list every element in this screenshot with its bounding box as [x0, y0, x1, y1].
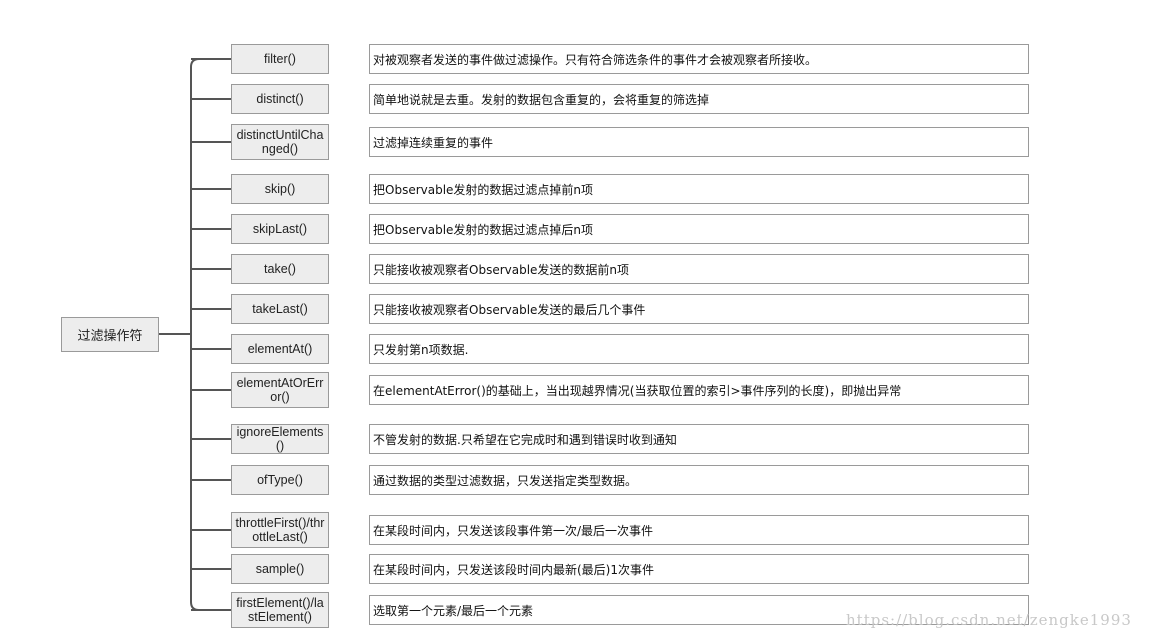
- method-label: distinct(): [256, 92, 304, 106]
- description-text: 在某段时间内，只发送该段时间内最新(最后)1次事件: [373, 562, 655, 577]
- description-text: 在elementAtError()的基础上，当出现越界情况(当获取位置的索引>事…: [373, 383, 902, 398]
- description-text: 对被观察者发送的事件做过滤操作。只有符合筛选条件的事件才会被观察者所接收。: [373, 52, 818, 67]
- method-node: distinct(): [231, 84, 329, 114]
- method-label: skipLast(): [252, 222, 308, 236]
- description-node: 简单地说就是去重。发射的数据包含重复的，会将重复的筛选掉: [369, 84, 1029, 114]
- root-label: 过滤操作符: [77, 329, 143, 344]
- description-node: 通过数据的类型过滤数据，只发送指定类型数据。: [369, 465, 1029, 495]
- description-node: 把Observable发射的数据过滤点掉前n项: [369, 174, 1029, 204]
- method-label: skip(): [264, 182, 296, 196]
- method-label: elementAt(): [247, 342, 313, 356]
- method-label: ofType(): [257, 473, 303, 487]
- description-text: 不管发射的数据.只希望在它完成时和遇到错误时收到通知: [373, 432, 677, 447]
- method-node: ignoreElements(): [231, 424, 329, 454]
- method-label: takeLast(): [252, 302, 308, 316]
- description-node: 在elementAtError()的基础上，当出现越界情况(当获取位置的索引>事…: [369, 375, 1029, 405]
- method-node: skipLast(): [231, 214, 329, 244]
- description-text: 选取第一个元素/最后一个元素: [373, 603, 534, 618]
- method-node: take(): [231, 254, 329, 284]
- watermark: https://blog.csdn.net/zengke1993: [846, 611, 1132, 629]
- description-node: 不管发射的数据.只希望在它完成时和遇到错误时收到通知: [369, 424, 1029, 454]
- method-label: sample(): [255, 562, 305, 576]
- description-node: 对被观察者发送的事件做过滤操作。只有符合筛选条件的事件才会被观察者所接收。: [369, 44, 1029, 74]
- method-node: filter(): [231, 44, 329, 74]
- description-node: 在某段时间内，只发送该段事件第一次/最后一次事件: [369, 515, 1029, 545]
- method-label: filter(): [264, 52, 296, 66]
- description-text: 只能接收被观察者Observable发送的最后几个事件: [373, 302, 646, 317]
- method-label: throttleFirst()/throttleLast(): [235, 516, 325, 544]
- description-node: 过滤掉连续重复的事件: [369, 127, 1029, 157]
- description-text: 在某段时间内，只发送该段事件第一次/最后一次事件: [373, 523, 654, 538]
- description-text: 只能接收被观察者Observable发送的数据前n项: [373, 262, 630, 277]
- method-label: ignoreElements(): [236, 425, 324, 453]
- description-text: 把Observable发射的数据过滤点掉后n项: [373, 222, 594, 237]
- method-node: distinctUntilChanged(): [231, 124, 329, 160]
- description-node: 在某段时间内，只发送该段时间内最新(最后)1次事件: [369, 554, 1029, 584]
- method-node: throttleFirst()/throttleLast(): [231, 512, 329, 548]
- description-text: 只发射第n项数据.: [373, 342, 469, 357]
- method-node: takeLast(): [231, 294, 329, 324]
- method-node: skip(): [231, 174, 329, 204]
- method-label: elementAtOrError(): [236, 376, 324, 404]
- description-node: 只能接收被观察者Observable发送的最后几个事件: [369, 294, 1029, 324]
- description-text: 过滤掉连续重复的事件: [373, 135, 494, 150]
- method-node: ofType(): [231, 465, 329, 495]
- description-node: 只能接收被观察者Observable发送的数据前n项: [369, 254, 1029, 284]
- description-text: 通过数据的类型过滤数据，只发送指定类型数据。: [373, 473, 638, 488]
- method-node: elementAtOrError(): [231, 372, 329, 408]
- method-node: elementAt(): [231, 334, 329, 364]
- method-node: firstElement()/lastElement(): [231, 592, 329, 628]
- description-node: 只发射第n项数据.: [369, 334, 1029, 364]
- method-label: firstElement()/lastElement(): [236, 596, 324, 624]
- method-label: take(): [264, 262, 296, 276]
- description-text: 简单地说就是去重。发射的数据包含重复的，会将重复的筛选掉: [373, 92, 710, 107]
- method-label: distinctUntilChanged(): [236, 128, 324, 156]
- method-node: sample(): [231, 554, 329, 584]
- root-node: 过滤操作符: [61, 317, 159, 352]
- description-text: 把Observable发射的数据过滤点掉前n项: [373, 182, 594, 197]
- description-node: 把Observable发射的数据过滤点掉后n项: [369, 214, 1029, 244]
